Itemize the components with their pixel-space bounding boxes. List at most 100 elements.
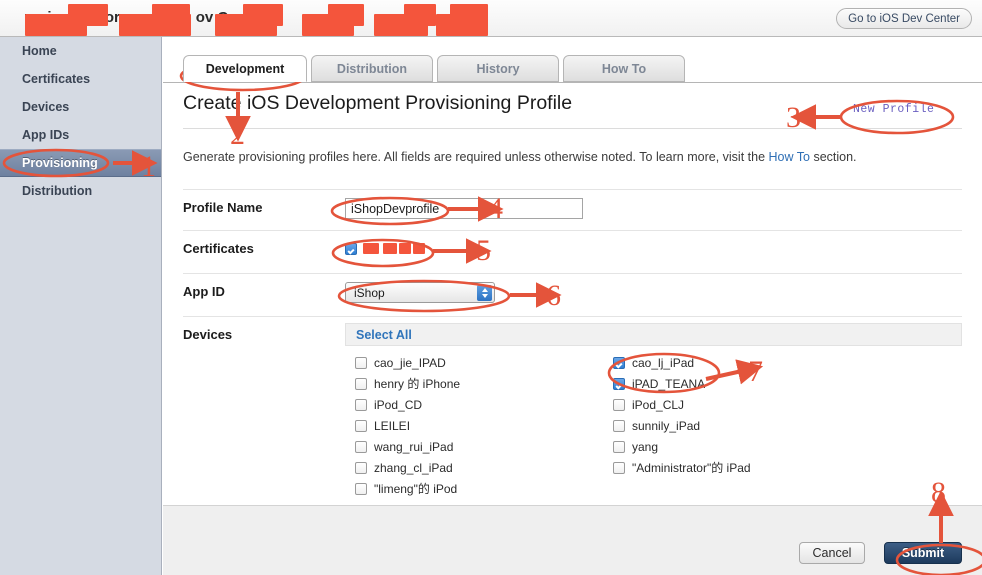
form-row-certificates: Certificates: [183, 230, 962, 273]
device-label: henry 的 iPhone: [374, 377, 461, 391]
redaction-block: [383, 243, 397, 254]
sidebar-item-app-ids[interactable]: App IDs: [0, 121, 161, 149]
device-label: cao_lj_iPad: [632, 355, 695, 370]
list-item[interactable]: sunnily_iPad: [613, 415, 751, 436]
cancel-button[interactable]: Cancel: [799, 542, 865, 564]
sidebar-item-provisioning[interactable]: Provisioning: [0, 149, 161, 177]
list-item[interactable]: "Administrator"的 iPad: [613, 457, 751, 478]
list-item[interactable]: iPAD_TEANA: [613, 373, 751, 394]
device-checkbox[interactable]: [613, 398, 625, 411]
redaction-block: [404, 4, 436, 26]
site-header: rovis o Po lorv ons & te ov C Go to iOS …: [0, 0, 982, 37]
tab-development[interactable]: Development: [183, 55, 307, 82]
form-row-app-id: App ID iShop: [183, 273, 962, 316]
profile-name-input[interactable]: [345, 198, 583, 219]
certificates-checkbox[interactable]: [345, 242, 357, 255]
sidebar-item-devices[interactable]: Devices: [0, 93, 161, 121]
app-id-selected-value: iShop: [354, 285, 385, 300]
list-item[interactable]: wang_rui_iPad: [355, 436, 460, 457]
redaction-block: [399, 243, 411, 254]
device-checkbox[interactable]: [355, 440, 367, 453]
redaction-block: [328, 4, 364, 26]
app-id-stepper-icon[interactable]: [477, 285, 492, 301]
redaction-block: [413, 243, 425, 254]
form-footer: Cancel Submit: [163, 505, 982, 575]
device-label: sunnily_iPad: [632, 418, 701, 433]
devices-column-right: cao_lj_iPad iPAD_TEANA iPod_CLJ sunnily_…: [613, 352, 751, 478]
title-divider: [183, 128, 962, 129]
sidebar-item-label: Devices: [22, 100, 70, 114]
tab-how-to[interactable]: How To: [563, 55, 685, 82]
device-checkbox[interactable]: [355, 461, 367, 474]
device-label: LEILEI: [374, 418, 411, 433]
sidebar-item-home[interactable]: Home: [0, 37, 161, 65]
list-item[interactable]: zhang_cl_iPad: [355, 457, 460, 478]
annotation-number-1: 1: [141, 150, 156, 183]
annotation-number-2: 2: [230, 118, 245, 151]
sidebar-item-label: App IDs: [22, 128, 70, 142]
device-checkbox[interactable]: [355, 419, 367, 432]
device-label: "limeng"的 iPod: [374, 482, 458, 496]
annotation-number-7: 7: [748, 355, 763, 388]
subtitle-text-after: section.: [809, 150, 857, 164]
submit-button[interactable]: Submit: [884, 542, 962, 564]
devices-column-left: cao_jie_IPAD henry 的 iPhone iPod_CD LEIL…: [355, 352, 460, 499]
go-to-ios-dev-center-button[interactable]: Go to iOS Dev Center: [836, 8, 972, 29]
list-item[interactable]: iPod_CLJ: [613, 394, 751, 415]
device-label: zhang_cl_iPad: [374, 460, 453, 475]
devices-label: Devices: [183, 327, 233, 342]
app-id-label: App ID: [183, 284, 225, 299]
sidebar-item-label: Provisioning: [22, 156, 98, 170]
list-item[interactable]: yang: [613, 436, 751, 457]
certificates-label: Certificates: [183, 241, 254, 256]
device-checkbox[interactable]: [613, 356, 625, 369]
device-label: "Administrator"的 iPad: [632, 461, 751, 475]
tab-bar-underline: [163, 82, 982, 83]
browser-window: rovis o Po lorv ons & te ov C Go to iOS …: [0, 0, 982, 575]
redaction-block: [68, 4, 108, 26]
profile-name-label: Profile Name: [183, 200, 263, 215]
page-title: Create iOS Development Provisioning Prof…: [183, 92, 573, 114]
form-row-profile-name: Profile Name: [183, 189, 962, 230]
device-label: iPod_CD: [374, 397, 423, 412]
tab-distribution[interactable]: Distribution: [311, 55, 433, 82]
form-row-devices: Devices Select All cao_jie_IPAD henry 的 …: [183, 316, 962, 497]
tab-label: Distribution: [336, 61, 408, 76]
device-checkbox[interactable]: [355, 377, 367, 390]
select-all-bar: Select All: [345, 323, 962, 346]
tab-bar: Development Distribution History How To: [163, 55, 982, 83]
tab-label: How To: [601, 61, 647, 76]
device-checkbox[interactable]: [613, 419, 625, 432]
list-item[interactable]: cao_jie_IPAD: [355, 352, 460, 373]
how-to-link[interactable]: How To: [769, 150, 810, 164]
device-checkbox[interactable]: [355, 398, 367, 411]
device-label: iPod_CLJ: [632, 397, 685, 412]
list-item[interactable]: cao_lj_iPad: [613, 352, 751, 373]
app-id-select[interactable]: iShop: [345, 282, 495, 303]
certificates-checkbox-line: [345, 242, 425, 255]
device-checkbox[interactable]: [613, 461, 625, 474]
device-checkbox[interactable]: [355, 482, 367, 495]
list-item[interactable]: henry 的 iPhone: [355, 373, 460, 394]
device-checkbox[interactable]: [355, 356, 367, 369]
device-checkbox[interactable]: [613, 377, 625, 390]
chevron-down-icon: [481, 294, 488, 298]
list-item[interactable]: "limeng"的 iPod: [355, 478, 460, 499]
redaction-block: [152, 4, 190, 26]
device-checkbox[interactable]: [613, 440, 625, 453]
list-item[interactable]: LEILEI: [355, 415, 460, 436]
tab-history[interactable]: History: [437, 55, 559, 82]
new-profile-label: New Profile: [853, 103, 935, 116]
device-label: wang_rui_iPad: [374, 439, 454, 454]
annotation-number-6: 6: [546, 279, 561, 312]
sidebar: Home Certificates Devices App IDs Provis…: [0, 37, 162, 575]
sidebar-item-certificates[interactable]: Certificates: [0, 65, 161, 93]
page-subtitle: Generate provisioning profiles here. All…: [183, 150, 857, 164]
annotation-number-8: 8: [931, 476, 946, 509]
select-all-link[interactable]: Select All: [356, 328, 412, 342]
list-item[interactable]: iPod_CD: [355, 394, 460, 415]
annotation-number-5: 5: [476, 234, 491, 267]
redaction-block: [450, 4, 488, 26]
annotation-number-3: 3: [786, 101, 801, 134]
sidebar-item-distribution[interactable]: Distribution: [0, 177, 161, 205]
